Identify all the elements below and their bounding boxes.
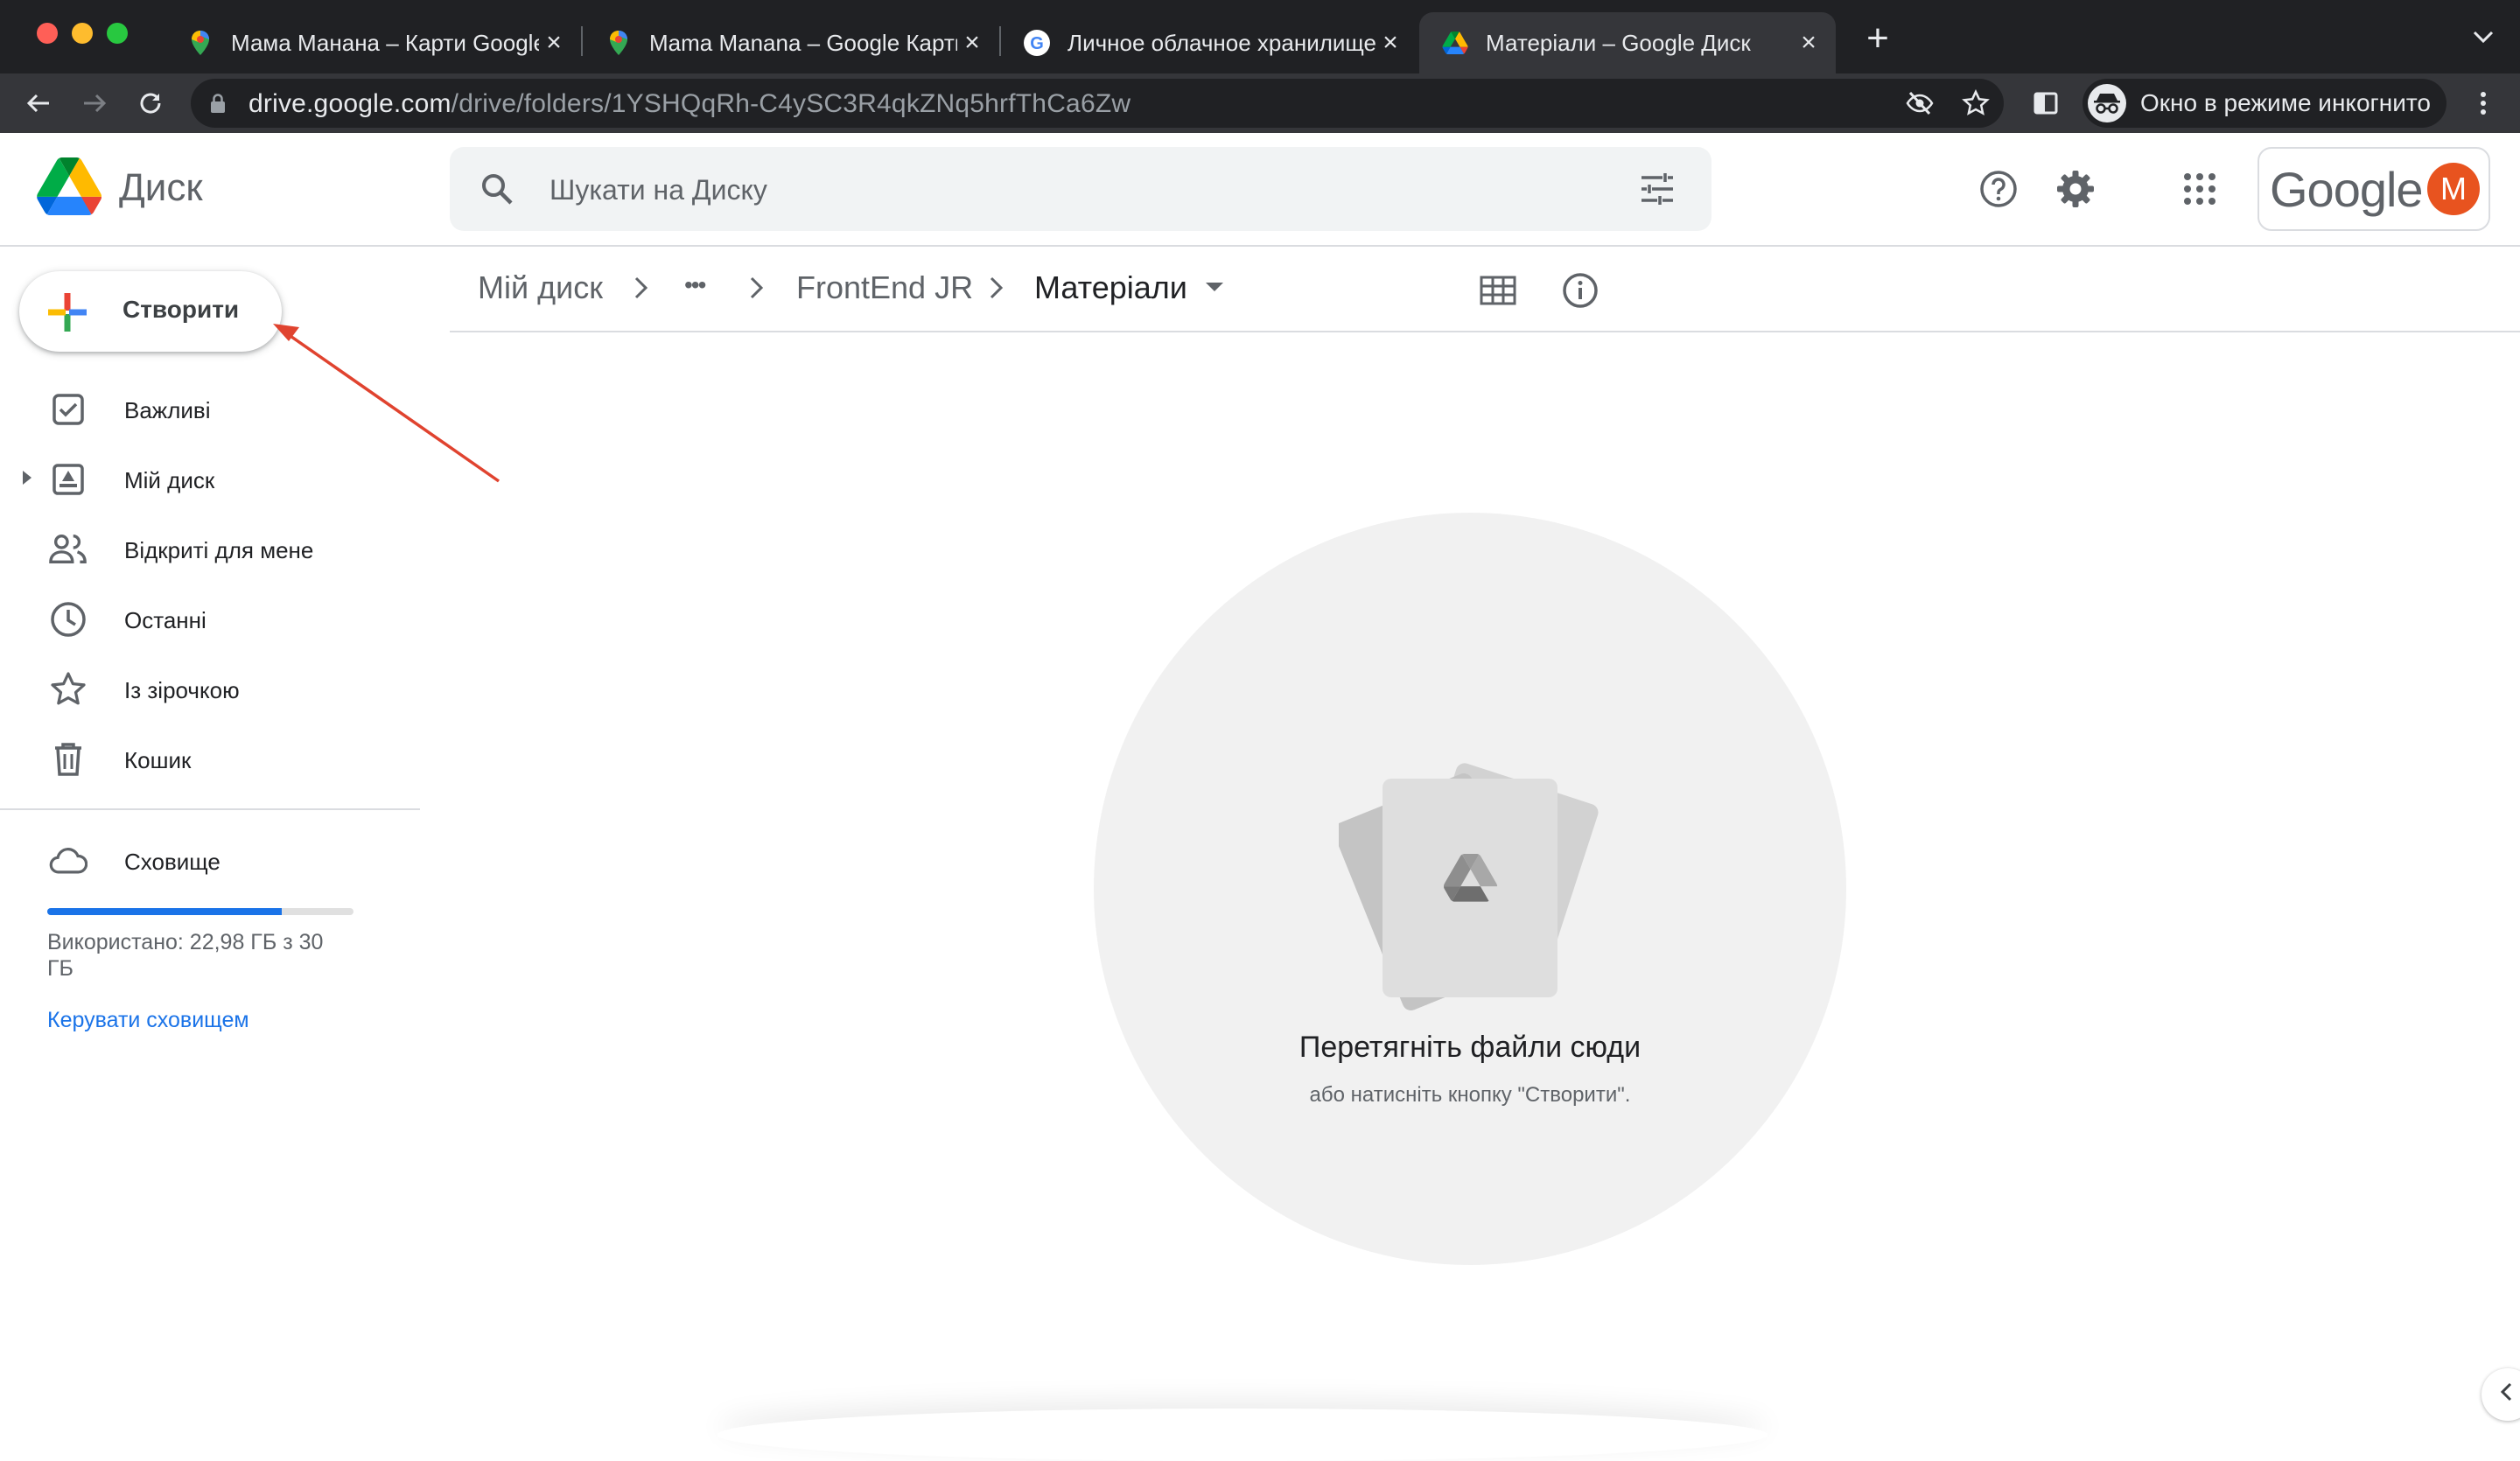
chevron-right-icon xyxy=(747,275,766,305)
bottom-shadow xyxy=(718,1409,1768,1461)
browser-tab-strip: Мама Манана – Карти Google × Mama Manana… xyxy=(0,0,2520,73)
tab-title: Мама Манана – Карти Google xyxy=(231,29,539,56)
sidebar-item-label: Останні xyxy=(124,607,206,633)
storage-used-text: Використано: 22,98 ГБ з 30 ГБ xyxy=(47,930,324,981)
cloud-icon xyxy=(49,843,88,878)
sidebar-item-trash[interactable]: Кошик xyxy=(0,728,420,789)
reload-icon[interactable] xyxy=(131,84,170,122)
side-panel-toggle-button[interactable] xyxy=(2482,1368,2520,1421)
eye-off-icon[interactable] xyxy=(1906,89,1934,117)
sidebar-item-label: Сховище xyxy=(124,849,220,875)
drive-brand-label[interactable]: Диск xyxy=(119,166,203,210)
chevron-left-icon xyxy=(2494,1379,2520,1409)
browser-tab-1[interactable]: Мама Манана – Карти Google × xyxy=(164,12,581,73)
breadcrumb-ellipsis[interactable]: ••• xyxy=(684,271,706,299)
side-panel-icon[interactable] xyxy=(2026,84,2065,122)
chevron-right-icon xyxy=(632,275,651,305)
sidebar-item-label: Відкриті для мене xyxy=(124,537,314,563)
new-tab-button[interactable]: + xyxy=(1858,19,1897,58)
drive-logo-icon[interactable] xyxy=(37,157,102,220)
breadcrumb-current-folder[interactable]: Матеріали xyxy=(1034,269,1187,306)
create-new-button[interactable]: Створити xyxy=(19,271,282,352)
google-account-button[interactable]: Google M xyxy=(2258,147,2490,231)
breadcrumb-frontend-jr[interactable]: FrontEnd JR xyxy=(796,269,973,306)
maps-pin-icon xyxy=(187,30,214,56)
create-new-label: Створити xyxy=(122,296,240,323)
expand-triangle-icon[interactable] xyxy=(21,469,33,491)
star-icon xyxy=(49,672,88,707)
close-tab-icon[interactable]: × xyxy=(1376,30,1405,56)
sidebar-item-starred[interactable]: Із зірочкою xyxy=(0,658,420,719)
browser-tab-4-active[interactable]: Матеріали – Google Диск × xyxy=(1419,12,1836,73)
avatar[interactable]: M xyxy=(2427,163,2480,215)
sidebar-item-label: Мій диск xyxy=(124,467,215,493)
settings-gear-icon[interactable] xyxy=(2049,163,2102,215)
drive-header: Диск Google M xyxy=(0,133,2520,247)
browser-toolbar: drive.google.com/drive/folders/1YSHQqRh-… xyxy=(0,73,2520,133)
clock-icon xyxy=(49,602,88,637)
close-tab-icon[interactable]: × xyxy=(957,30,987,56)
window-close-button[interactable] xyxy=(37,23,58,44)
maps-pin-icon xyxy=(606,30,632,56)
sidebar-item-label: Із зірочкою xyxy=(124,677,240,703)
drive-search-bar[interactable] xyxy=(450,147,1712,231)
sidebar-item-label: Важливі xyxy=(124,397,211,423)
tab-title: Личное облачное хранилище xyxy=(1068,29,1376,56)
tab-title: Mama Manana – Google Карты xyxy=(649,29,957,56)
google-wordmark: Google xyxy=(2270,162,2424,217)
trash-icon xyxy=(49,742,88,777)
sidebar-item-recent[interactable]: Останні xyxy=(0,588,420,649)
back-arrow-icon[interactable] xyxy=(19,84,58,122)
svg-text:G: G xyxy=(1030,34,1044,53)
drive-icon xyxy=(1442,30,1468,56)
forward-arrow-icon[interactable] xyxy=(75,84,114,122)
browser-tab-2[interactable]: Mama Manana – Google Карты × xyxy=(583,12,999,73)
tab-search-chevron-icon[interactable] xyxy=(2466,19,2501,54)
search-options-tune-icon[interactable] xyxy=(1640,171,1675,211)
sidebar-item-label: Кошик xyxy=(124,747,192,773)
tab-title: Матеріали – Google Диск xyxy=(1486,29,1751,56)
search-input[interactable] xyxy=(548,164,1514,215)
address-bar[interactable]: drive.google.com/drive/folders/1YSHQqRh-… xyxy=(191,79,2004,128)
close-tab-icon[interactable]: × xyxy=(1794,30,1824,56)
storage-usage-bar xyxy=(47,908,354,915)
breadcrumb: Мій диск ••• FrontEnd JR Матеріали xyxy=(450,245,2520,332)
url-path: /drive/folders/1YSHQqRh-C4ySC3R4qkZNq5hr… xyxy=(451,89,1131,118)
priority-check-icon xyxy=(49,392,88,427)
sidebar-item-storage[interactable]: Сховище xyxy=(0,829,420,891)
window-minimize-button[interactable] xyxy=(72,23,93,44)
empty-state-subtitle: або натисніть кнопку "Створити". xyxy=(1309,1083,1631,1107)
lock-icon[interactable] xyxy=(210,93,226,118)
close-tab-icon[interactable]: × xyxy=(539,30,569,56)
help-icon[interactable] xyxy=(1972,163,2025,215)
sidebar-item-my-drive[interactable]: Мій диск xyxy=(0,448,420,509)
plus-icon xyxy=(46,290,89,339)
my-drive-icon xyxy=(49,462,88,497)
browser-menu-kebab-icon[interactable] xyxy=(2466,86,2501,121)
browser-tab-3[interactable]: G Личное облачное хранилище × xyxy=(1001,12,1418,73)
sidebar-item-priority[interactable]: Важливі xyxy=(0,378,420,439)
incognito-label: Окно в режиме инкогнито xyxy=(2140,89,2431,116)
search-icon[interactable] xyxy=(480,171,514,211)
folder-menu-dropdown-icon[interactable] xyxy=(1204,280,1225,298)
details-info-icon[interactable] xyxy=(1559,269,1601,311)
chevron-right-icon xyxy=(987,275,1006,305)
url-host: drive.google.com xyxy=(248,89,452,118)
storage-usage-fill xyxy=(47,908,283,915)
manage-storage-link[interactable]: Керувати сховищем xyxy=(47,1008,249,1033)
grid-view-icon[interactable] xyxy=(1477,269,1519,311)
google-g-icon: G xyxy=(1024,30,1050,56)
url-text: drive.google.com/drive/folders/1YSHQqRh-… xyxy=(248,89,1130,119)
incognito-indicator[interactable]: Окно в режиме инкогнито xyxy=(2082,79,2446,128)
apps-grid-icon[interactable] xyxy=(2174,163,2226,215)
shared-people-icon xyxy=(49,532,88,567)
sidebar-divider xyxy=(0,808,420,810)
bookmark-star-icon[interactable] xyxy=(1962,89,1990,117)
breadcrumb-my-drive[interactable]: Мій диск xyxy=(478,269,603,306)
sidebar-item-shared-with-me[interactable]: Відкриті для мене xyxy=(0,518,420,579)
empty-folder-illustration xyxy=(1333,749,1601,1033)
empty-state-title: Перетягніть файли сюди xyxy=(1298,1031,1642,1064)
incognito-icon xyxy=(2088,84,2126,122)
window-zoom-button[interactable] xyxy=(107,23,128,44)
